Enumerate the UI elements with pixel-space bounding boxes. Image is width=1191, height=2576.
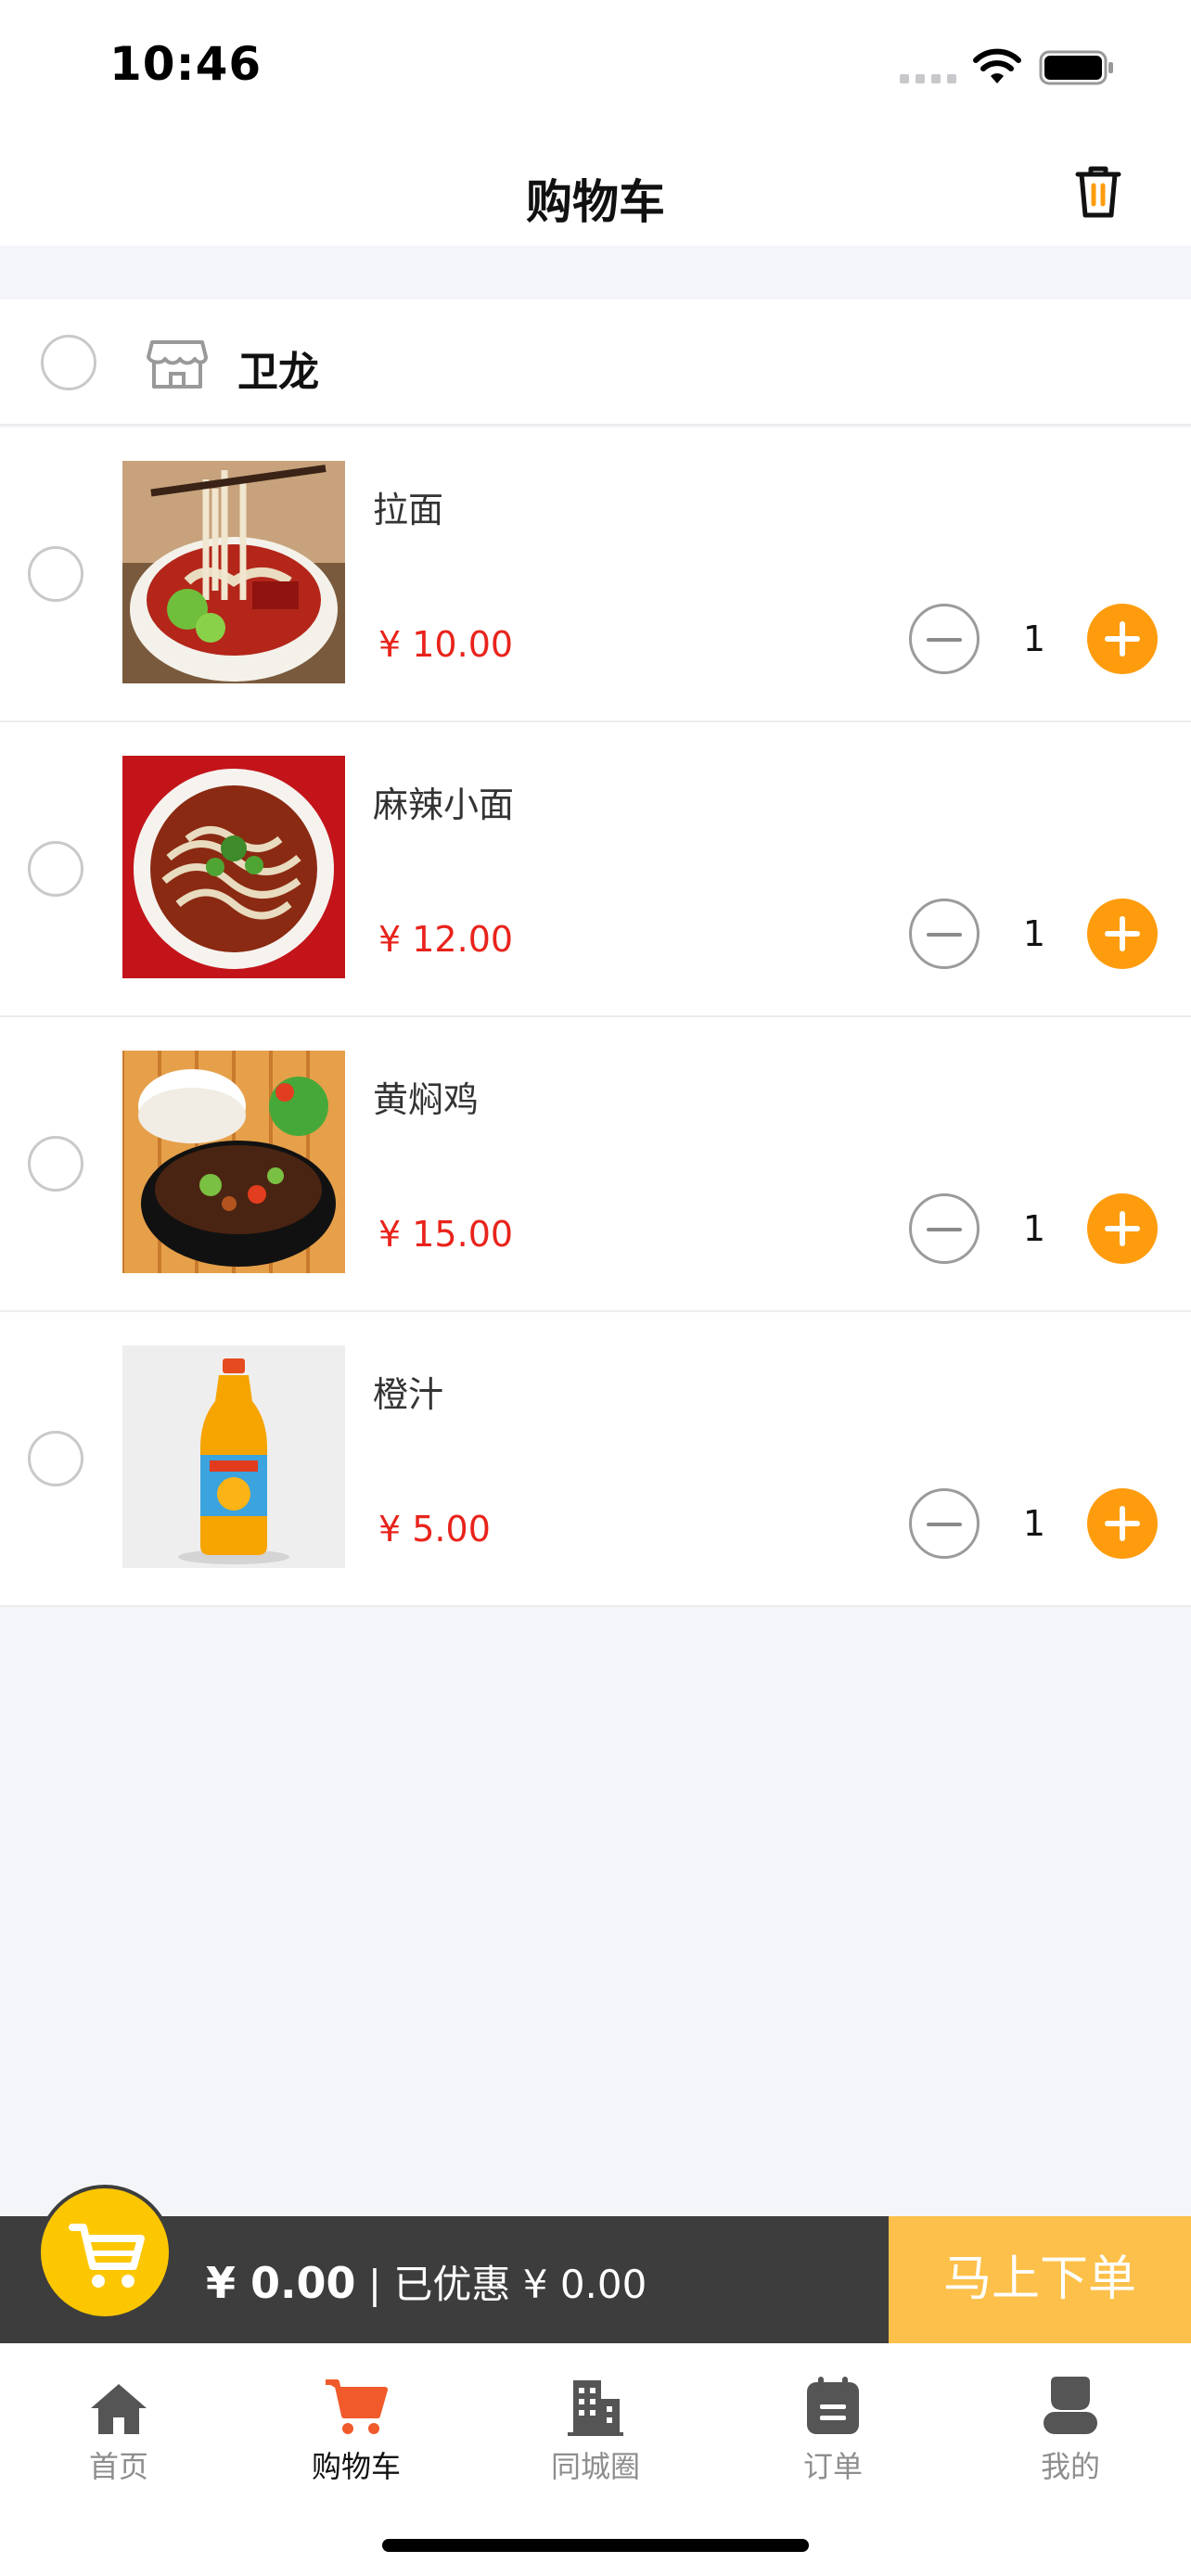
tab-profile[interactable]: 我的 — [978, 2362, 1163, 2486]
item-thumbnail[interactable] — [122, 1345, 345, 1568]
quantity-value: 1 — [1022, 1503, 1046, 1544]
decrease-quantity-button[interactable] — [909, 1193, 980, 1264]
increase-quantity-button[interactable] — [1087, 1488, 1158, 1559]
order-icon — [807, 2377, 859, 2434]
item-price: ¥ 10.00 — [378, 624, 514, 665]
trash-icon[interactable] — [1069, 161, 1128, 221]
item-thumbnail[interactable] — [122, 1051, 345, 1273]
item-name: 橙汁 — [373, 1374, 444, 1415]
decrease-quantity-button[interactable] — [909, 604, 980, 674]
tab-label: 同城圈 — [550, 2449, 640, 2484]
profile-icon — [1044, 2377, 1097, 2434]
battery-icon — [1039, 50, 1113, 85]
item-name: 麻辣小面 — [373, 784, 515, 825]
wifi-icon — [973, 48, 1021, 83]
place-order-button[interactable]: 马上下单 — [889, 2216, 1191, 2343]
store-name: 卫龙 — [237, 349, 319, 396]
store-icon — [147, 340, 208, 389]
checkout-bar: ¥ 0.00 | 已优惠 ¥ 0.00 马上下单 — [0, 2216, 1191, 2343]
decrease-quantity-button[interactable] — [909, 1488, 980, 1559]
cart-item: 麻辣小面 ¥ 12.00 1 — [0, 722, 1191, 1017]
cart-icon — [69, 2224, 145, 2288]
cart-item: 橙汁 ¥ 5.00 1 — [0, 1312, 1191, 1607]
summary-separator: | — [355, 2262, 394, 2307]
quantity-value: 1 — [1022, 1208, 1046, 1249]
cart-item: 拉面 ¥ 10.00 1 — [0, 427, 1191, 722]
tab-cart[interactable]: 购物车 — [263, 2362, 449, 2486]
increase-quantity-button[interactable] — [1087, 604, 1158, 674]
quantity-value: 1 — [1022, 913, 1046, 954]
cart-bubble-button[interactable] — [37, 2185, 173, 2320]
total-amount: ¥ 0.00 — [206, 2258, 356, 2308]
item-select-radio[interactable] — [28, 1431, 83, 1486]
cart-icon — [326, 2379, 388, 2434]
cellular-signal-icon — [900, 74, 956, 83]
decrease-quantity-button[interactable] — [909, 899, 980, 969]
page-title: 购物车 — [526, 175, 665, 229]
city-building-icon — [568, 2380, 623, 2436]
item-price: ¥ 15.00 — [378, 1214, 514, 1255]
item-thumbnail[interactable] — [122, 756, 345, 978]
home-indicator[interactable] — [382, 2539, 809, 2552]
tab-city-circle[interactable]: 同城圈 — [503, 2362, 688, 2486]
tab-label: 首页 — [88, 2449, 148, 2484]
discount-amount: 已优惠 ¥ 0.00 — [393, 2262, 647, 2307]
cart-item: 黄焖鸡 ¥ 15.00 1 — [0, 1017, 1191, 1312]
item-name: 黄焖鸡 — [373, 1079, 480, 1120]
increase-quantity-button[interactable] — [1087, 1193, 1158, 1264]
tab-label: 购物车 — [311, 2449, 401, 2484]
tab-label: 订单 — [802, 2449, 863, 2484]
item-select-radio[interactable] — [28, 546, 83, 602]
store-select-radio[interactable] — [41, 335, 96, 390]
item-select-radio[interactable] — [28, 1136, 83, 1192]
status-bar: 10:46 — [0, 0, 1191, 139]
tab-orders[interactable]: 订单 — [740, 2362, 926, 2486]
store-row: 卫龙 — [0, 300, 1191, 426]
status-time: 10:46 — [109, 37, 263, 91]
checkout-summary: ¥ 0.00 | 已优惠 ¥ 0.00 — [206, 2253, 647, 2310]
cart-page: 10:46 购物车 卫龙 拉面 ¥ 10.00 1 麻辣小面 ¥ 12.00 1… — [0, 0, 1191, 2576]
quantity-value: 1 — [1022, 618, 1046, 659]
tab-home[interactable]: 首页 — [26, 2362, 211, 2486]
nav-header: 购物车 — [0, 139, 1191, 246]
item-name: 拉面 — [373, 490, 444, 530]
increase-quantity-button[interactable] — [1087, 899, 1158, 969]
home-icon — [91, 2384, 147, 2434]
item-price: ¥ 12.00 — [378, 919, 514, 960]
cart-item-list: 拉面 ¥ 10.00 1 麻辣小面 ¥ 12.00 1 黄焖鸡 ¥ 15.00 … — [0, 427, 1191, 1607]
tab-label: 我的 — [1040, 2449, 1100, 2484]
item-thumbnail[interactable] — [122, 461, 345, 683]
item-price: ¥ 5.00 — [378, 1509, 491, 1549]
item-select-radio[interactable] — [28, 841, 83, 897]
